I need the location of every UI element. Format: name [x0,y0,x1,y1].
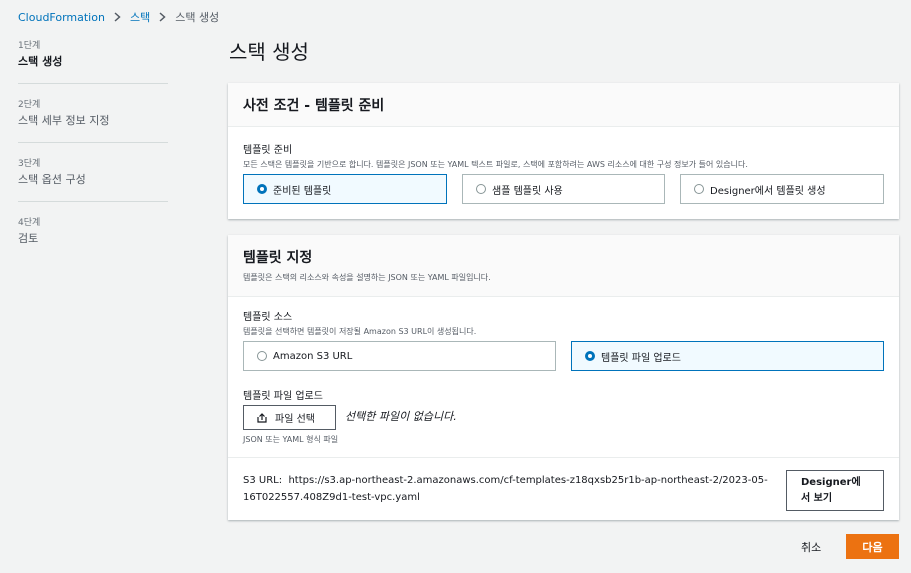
breadcrumb-cloudformation-link[interactable]: CloudFormation [18,11,105,24]
step-label: 검토 [18,232,39,245]
no-file-selected-text: 선택한 파일이 없습니다. [345,410,457,423]
step-4: 4단계 검토 [18,215,168,260]
chevron-right-icon [114,12,121,22]
option-upload-template-file[interactable]: 템플릿 파일 업로드 [571,341,884,371]
prerequisite-header: 사전 조건 - 템플릿 준비 [228,83,899,127]
template-prep-label: 템플릿 준비 [243,145,293,156]
step-number: 4단계 [18,218,41,228]
s3-url-row: S3 URL: https://s3.ap-northeast-2.amazon… [243,472,773,506]
breadcrumb: CloudFormation 스택 스택 생성 [18,9,219,25]
step-3: 3단계 스택 옵션 구성 [18,156,168,202]
step-label: 스택 세부 정보 지정 [18,114,110,127]
radio-unselected-icon [476,184,486,194]
step-1: 1단계 스택 생성 [18,38,168,84]
page-title: 스택 생성 [229,40,309,64]
chevron-right-icon [159,12,166,22]
template-prep-desc: 모든 스택은 템플릿을 기반으로 합니다. 템플릿은 JSON 또는 YAML … [243,160,748,169]
option-label: 준비된 템플릿 [273,185,332,197]
step-2: 2단계 스택 세부 정보 지정 [18,97,168,143]
upload-hint: JSON 또는 YAML 형식 파일 [243,435,339,444]
upload-file-label: 템플릿 파일 업로드 [243,391,323,402]
prerequisite-panel: 사전 조건 - 템플릿 준비 템플릿 준비 모든 스택은 템플릿을 기반으로 합… [228,83,899,219]
breadcrumb-stacks-link[interactable]: 스택 [130,9,150,25]
specify-template-header: 템플릿 지정 템플릿은 스택의 리소스와 속성을 설명하는 JSON 또는 YA… [228,235,899,297]
step-number: 2단계 [18,100,41,110]
s3-url-label: S3 URL: [243,475,283,486]
option-label: 템플릿 파일 업로드 [601,352,681,364]
step-number: 1단계 [18,41,41,51]
specify-template-desc: 템플릿은 스택의 리소스와 속성을 설명하는 JSON 또는 YAML 파일입니… [243,273,491,282]
option-sample-template[interactable]: 샘플 템플릿 사용 [462,174,665,204]
wizard-steps: 1단계 스택 생성 2단계 스택 세부 정보 지정 3단계 스택 옵션 구성 4… [18,38,168,273]
view-in-designer-button[interactable]: Designer에서 보기 [786,470,884,511]
next-button[interactable]: 다음 [846,534,899,559]
template-source-desc: 템플릿을 선택하면 템플릿이 저장될 Amazon S3 URL이 생성됩니다. [243,327,477,336]
choose-file-button[interactable]: 파일 선택 [243,405,336,430]
prerequisite-title: 사전 조건 - 템플릿 준비 [243,97,385,114]
option-label: Designer에서 템플릿 생성 [710,185,826,197]
radio-unselected-icon [694,184,704,194]
choose-file-label: 파일 선택 [275,414,315,425]
template-source-label: 템플릿 소스 [243,312,293,323]
divider [228,457,899,458]
step-number: 3단계 [18,159,41,169]
option-ready-template[interactable]: 준비된 템플릿 [243,174,447,204]
radio-selected-icon [585,351,595,361]
radio-unselected-icon [257,351,267,361]
step-label: 스택 생성 [18,55,63,68]
option-label: Amazon S3 URL [273,350,353,362]
specify-template-title: 템플릿 지정 [243,250,313,266]
option-amazon-s3-url[interactable]: Amazon S3 URL [243,341,556,371]
breadcrumb-current: 스택 생성 [175,11,220,24]
option-label: 샘플 템플릿 사용 [492,185,563,197]
upload-icon [257,412,267,423]
specify-template-panel: 템플릿 지정 템플릿은 스택의 리소스와 속성을 설명하는 JSON 또는 YA… [228,235,899,520]
radio-selected-icon [257,184,267,194]
s3-url-value: https://s3.ap-northeast-2.amazonaws.com/… [243,475,768,503]
cancel-button[interactable]: 취소 [801,539,821,555]
option-designer-template[interactable]: Designer에서 템플릿 생성 [680,174,884,204]
step-label: 스택 옵션 구성 [18,173,86,186]
